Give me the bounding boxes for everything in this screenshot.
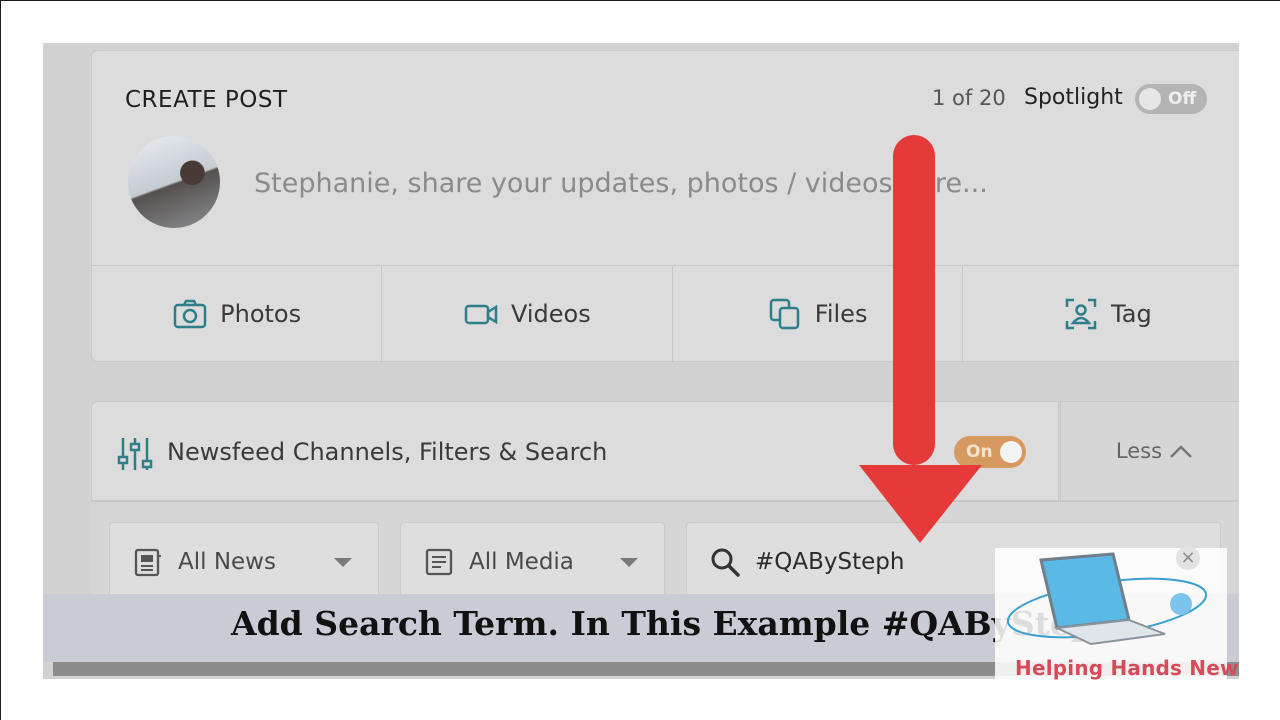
post-actions-row: Photos Videos Files Tag [92,265,1239,362]
news-filter-select[interactable]: All News [109,522,379,602]
spotlight-label: Spotlight [1024,85,1123,110]
media-filter-select[interactable]: All Media [400,522,665,602]
tag-button[interactable]: Tag [963,266,1239,362]
filters-icon [117,438,153,470]
media-icon [425,548,453,576]
search-icon [711,548,740,577]
tag-label: Tag [1111,300,1152,328]
less-button[interactable]: Less [1060,401,1239,501]
photos-label: Photos [220,300,302,328]
create-post-card: CREATE POST 1 of 20 Spotlight Off Stepha… [91,50,1239,362]
chevron-up-icon [1170,445,1192,458]
search-value: #QABySteph [755,549,905,575]
news-filter-value: All News [178,549,276,575]
newsfeed-title: Newsfeed Channels, Filters & Search [167,438,608,466]
videos-label: Videos [511,300,591,328]
post-count: 1 of 20 [932,86,1006,110]
chevron-down-icon [620,558,638,567]
logo-text: Helping Hands New [1015,656,1239,680]
spotlight-toggle[interactable]: Off [1135,84,1207,114]
news-icon [134,548,161,577]
spotlight-state: Off [1168,89,1197,109]
avatar[interactable] [128,136,220,228]
toggle-knob [1139,88,1161,110]
files-icon [769,298,800,330]
close-icon[interactable]: × [1176,546,1200,570]
red-arrow-annotation [859,135,982,543]
videos-button[interactable]: Videos [382,266,673,362]
less-label: Less [1115,439,1163,463]
tag-user-icon [1065,298,1097,330]
camera-icon [173,299,207,329]
video-camera-icon [464,304,498,325]
toggle-knob [1000,441,1022,463]
create-post-title: CREATE POST [125,87,288,113]
caption-text: Add Search Term. In This Example #QABySt… [231,604,1118,643]
media-filter-value: All Media [469,549,574,575]
photos-button[interactable]: Photos [92,266,383,362]
chevron-down-icon [334,558,352,567]
